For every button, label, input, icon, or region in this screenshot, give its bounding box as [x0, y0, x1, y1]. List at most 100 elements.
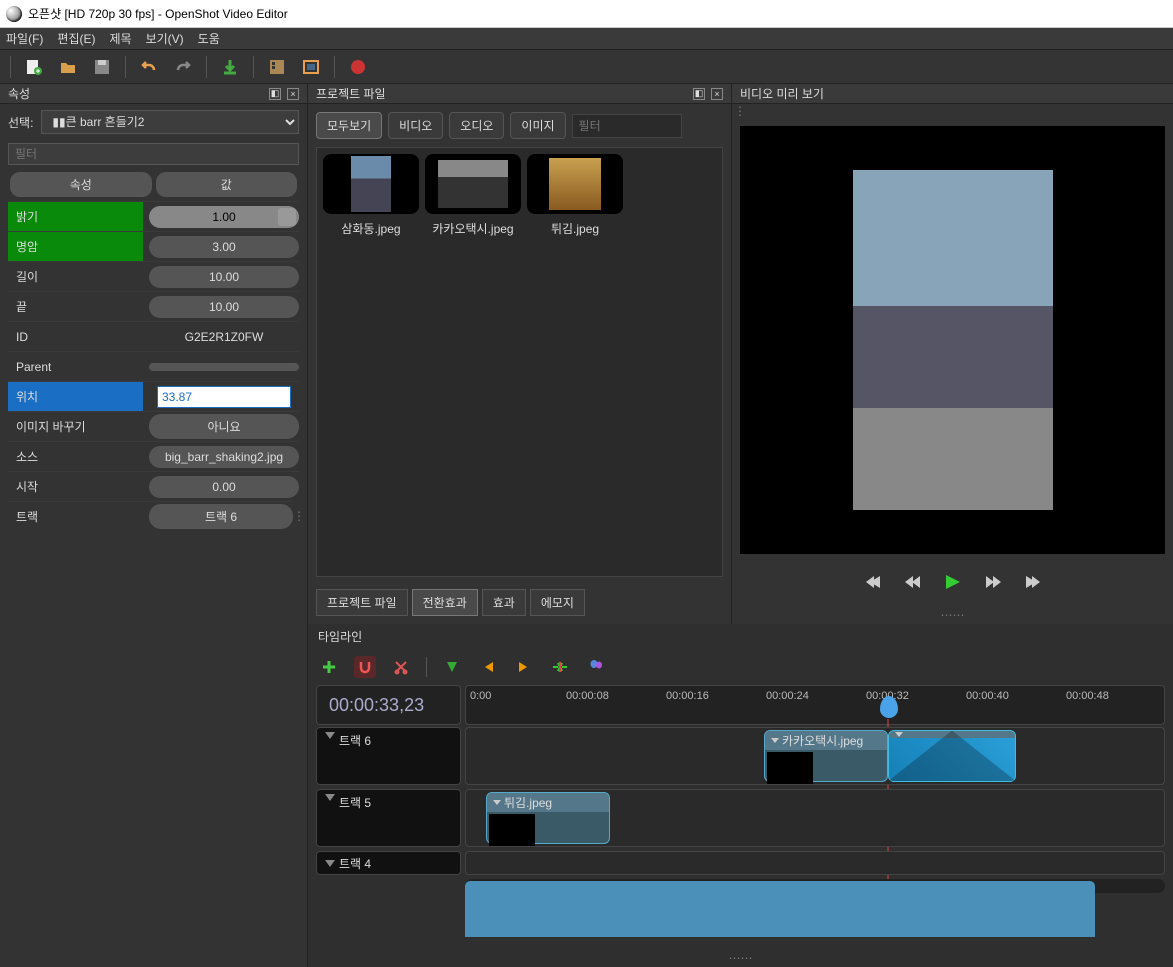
track-header[interactable]: 트랙 5	[316, 789, 461, 847]
balloon-icon[interactable]	[585, 656, 607, 678]
properties-panel-header: 속성 ◧ ×	[0, 84, 307, 104]
properties-filter-input[interactable]	[8, 143, 299, 165]
ruler-tick: 00:00:24	[766, 690, 809, 702]
prop-value[interactable]: big_barr_shaking2.jpg	[149, 446, 299, 468]
jump-end-icon[interactable]	[1024, 575, 1042, 589]
menu-file[interactable]: 파일(F)	[6, 30, 43, 47]
panel-float-icon[interactable]: ◧	[269, 88, 281, 100]
forward-icon[interactable]	[984, 575, 1002, 589]
menu-view[interactable]: 보기(V)	[146, 30, 184, 47]
track-lane[interactable]	[465, 851, 1165, 875]
playback-controls	[732, 562, 1173, 602]
prop-key: 소스	[8, 442, 143, 471]
timecode-display[interactable]: 00:00:33,23	[316, 685, 461, 725]
track-lane[interactable]: 카카오택시.jpeg	[465, 727, 1165, 785]
prop-key: 이미지 바꾸기	[8, 412, 143, 441]
selection-dropdown[interactable]: ▮▮큰 barr 흔들기2	[41, 110, 299, 134]
ruler-tick: 00:00:16	[666, 690, 709, 702]
timeline-toolbar	[308, 649, 1173, 685]
ruler-tick: 0:00	[470, 690, 491, 702]
prop-value: G2E2R1Z0FW	[149, 326, 299, 348]
add-marker-icon[interactable]	[441, 656, 463, 678]
splitter-handle-icon[interactable]: ⋯⋯	[732, 608, 1173, 622]
jump-start-icon[interactable]	[864, 575, 882, 589]
fullscreen-icon[interactable]	[300, 56, 322, 78]
open-project-icon[interactable]	[57, 56, 79, 78]
ruler-tick: 00:00:08	[566, 690, 609, 702]
track-header[interactable]: 트랙 6	[316, 727, 461, 785]
next-marker-icon[interactable]	[513, 656, 535, 678]
menu-title[interactable]: 제목	[109, 30, 131, 47]
prop-header-value: 값	[156, 172, 298, 197]
timeline-transition[interactable]	[888, 730, 1016, 782]
file-name: 삼화동.jpeg	[341, 222, 400, 236]
app-logo-icon	[6, 6, 22, 22]
prop-key: 트랙	[8, 502, 143, 531]
razor-icon[interactable]	[390, 656, 412, 678]
position-input[interactable]	[157, 386, 291, 408]
pf-tab-image[interactable]: 이미지	[510, 112, 565, 139]
prop-key: ID	[8, 324, 143, 350]
file-item[interactable]: 삼화동.jpeg	[323, 154, 419, 237]
pf-tab-video[interactable]: 비디오	[388, 112, 443, 139]
playhead-icon[interactable]	[880, 696, 898, 718]
resize-handle-icon[interactable]: ⋮	[293, 509, 299, 523]
rewind-icon[interactable]	[904, 575, 922, 589]
track-header[interactable]: 트랙 4	[316, 851, 461, 875]
snap-icon[interactable]	[354, 656, 376, 678]
keyframe-badge-icon[interactable]	[278, 208, 296, 226]
add-track-icon[interactable]	[318, 656, 340, 678]
properties-table: 밝기1.00 명암3.00 길이10.00 끝10.00 IDG2E2R1Z0F…	[0, 201, 307, 531]
prop-value[interactable]	[149, 363, 299, 371]
prop-key: 위치	[8, 382, 143, 411]
menu-help[interactable]: 도움	[198, 30, 220, 47]
timeline-scrollbar[interactable]	[465, 879, 1165, 893]
prop-value[interactable]: 트랙 6	[149, 504, 293, 529]
prop-key: Parent	[8, 354, 143, 380]
bottom-tab-effects[interactable]: 효과	[482, 589, 526, 616]
chevron-down-icon	[325, 794, 335, 801]
chevron-down-icon	[493, 800, 501, 805]
splitter-handle-icon[interactable]: ⋮	[732, 104, 1173, 118]
prop-value[interactable]: 0.00	[149, 476, 299, 498]
save-project-icon[interactable]	[91, 56, 113, 78]
splitter-handle-icon[interactable]: ⋯⋯	[308, 951, 1173, 965]
pf-filter-input[interactable]	[572, 114, 682, 138]
file-item[interactable]: 튀김.jpeg	[527, 154, 623, 237]
prop-value[interactable]: 10.00	[149, 296, 299, 318]
prop-value[interactable]: 아니요	[149, 414, 299, 439]
import-icon[interactable]	[219, 56, 241, 78]
bottom-tab-transitions[interactable]: 전환효과	[412, 589, 478, 616]
undo-icon[interactable]	[138, 56, 160, 78]
pf-tab-all[interactable]: 모두보기	[316, 112, 382, 139]
prop-value[interactable]: 1.00	[149, 206, 299, 228]
project-files-title: 프로젝트 파일	[316, 85, 386, 102]
menu-edit[interactable]: 편집(E)	[57, 30, 95, 47]
pf-tab-audio[interactable]: 오디오	[449, 112, 504, 139]
ruler-tick: 00:00:40	[966, 690, 1009, 702]
file-item[interactable]: 카카오택시.jpeg	[425, 154, 521, 237]
new-project-icon[interactable]	[23, 56, 45, 78]
timeline-clip[interactable]: 카카오택시.jpeg	[764, 730, 888, 782]
chevron-down-icon	[325, 860, 335, 867]
window-title: 오픈샷 [HD 720p 30 fps] - OpenShot Video Ed…	[28, 5, 288, 22]
prop-value[interactable]: 10.00	[149, 266, 299, 288]
panel-close-icon[interactable]: ×	[711, 88, 723, 100]
prop-value[interactable]: 3.00	[149, 236, 299, 258]
play-icon[interactable]	[944, 574, 962, 590]
timeline-clip[interactable]: 튀김.jpeg	[486, 792, 610, 844]
panel-close-icon[interactable]: ×	[287, 88, 299, 100]
clip-label: 튀김.jpeg	[504, 794, 552, 811]
prev-marker-icon[interactable]	[477, 656, 499, 678]
panel-float-icon[interactable]: ◧	[693, 88, 705, 100]
track-lane[interactable]: 튀김.jpeg	[465, 789, 1165, 847]
export-icon[interactable]	[347, 56, 369, 78]
timeline-ruler[interactable]: 0:00 00:00:08 00:00:16 00:00:24 00:00:32…	[465, 685, 1165, 725]
redo-icon[interactable]	[172, 56, 194, 78]
bottom-tab-emoji[interactable]: 에모지	[530, 589, 585, 616]
center-playhead-icon[interactable]	[549, 656, 571, 678]
video-preview[interactable]	[740, 126, 1165, 554]
profile-icon[interactable]	[266, 56, 288, 78]
bottom-tab-project-files[interactable]: 프로젝트 파일	[316, 589, 408, 616]
prop-value-editing[interactable]	[149, 382, 299, 412]
